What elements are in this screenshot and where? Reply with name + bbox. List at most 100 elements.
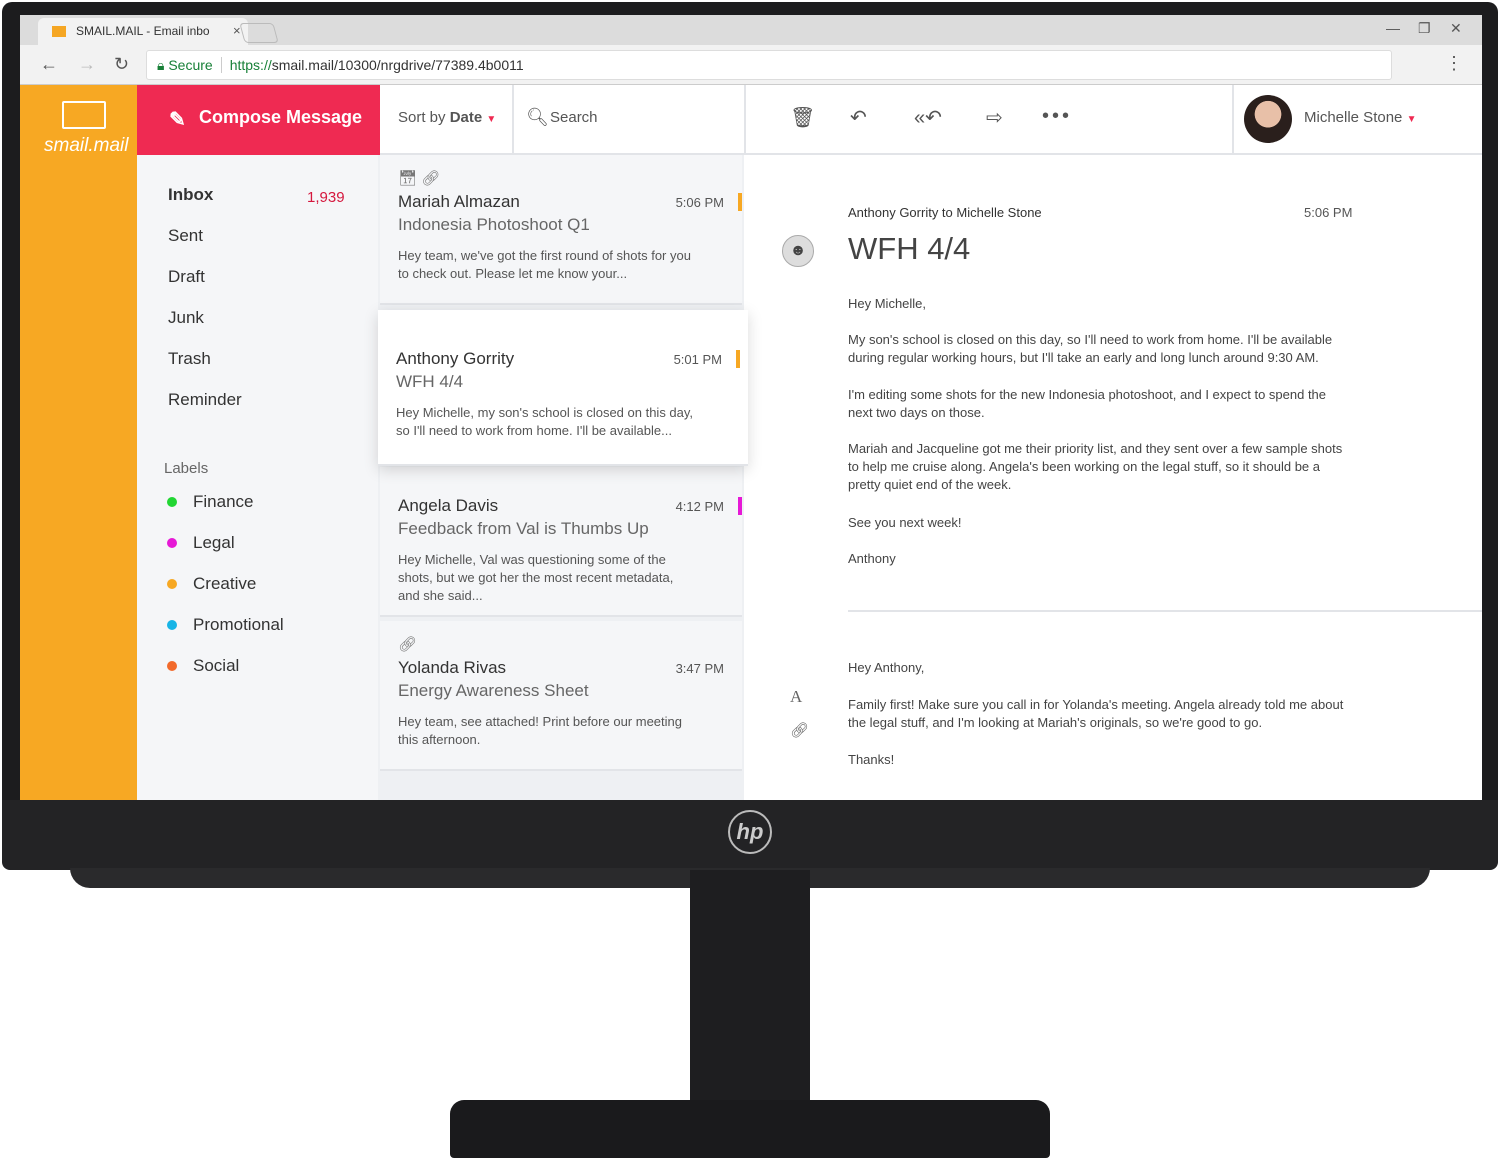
label-dot-icon [167, 497, 177, 507]
mail-logo-icon [62, 101, 106, 129]
minimize-icon[interactable]: — [1386, 20, 1400, 36]
email-time: 5:06 PM [675, 195, 724, 210]
reply-all-icon[interactable]: «↶ [914, 105, 942, 130]
message-paragraph: Anthony [848, 551, 896, 566]
tab-title: SMAIL.MAIL - Email inbo [76, 24, 210, 38]
browser-tab[interactable]: SMAIL.MAIL - Email inbo × [38, 18, 248, 45]
sidebar-label-legal[interactable]: Legal [167, 533, 235, 553]
forward-icon[interactable]: → [78, 54, 96, 75]
compose-icon: ✎ [169, 109, 186, 131]
user-menu[interactable]: Michelle Stone ▼ [1232, 85, 1482, 155]
reply-paragraph[interactable]: Family first! Make sure you call in for … [848, 696, 1348, 732]
label-dot-icon [167, 661, 177, 671]
forward-icon[interactable]: ⇨ [986, 105, 1003, 130]
sidebar-item-reminder[interactable]: Reminder [168, 390, 242, 410]
email-from: Anthony Gorrity [396, 349, 515, 368]
email-preview: Hey team, we've got the first round of s… [398, 248, 691, 281]
sort-prefix: Sort by [398, 109, 446, 126]
divider [848, 610, 1482, 612]
message-meta: Anthony Gorrity to Michelle Stone [848, 205, 1042, 220]
list-item[interactable]: Anthony Gorrity 5:01 PM WFH 4/4 Hey Mich… [378, 310, 748, 466]
reply-icon[interactable]: ↶ [850, 105, 867, 130]
sort-dropdown[interactable]: Sort by Date ▼ [380, 85, 514, 155]
avatar [1244, 95, 1292, 143]
reply-paragraph[interactable]: Hey Anthony, [848, 659, 1348, 677]
sidebar-item-junk[interactable]: Junk [168, 308, 204, 328]
email-subject: Energy Awareness Sheet [398, 681, 589, 700]
label-text: Legal [193, 533, 235, 552]
label-text: Social [193, 656, 240, 675]
message-paragraph: I'm editing some shots for the new Indon… [848, 387, 1327, 420]
url-input[interactable]: 🔒︎ Secure https://smail.mail/10300/nrgdri… [146, 50, 1392, 80]
message-paragraph: See you next week! [848, 515, 962, 530]
caret-down-icon: ▼ [486, 114, 497, 125]
sender-avatar: ☻ [782, 235, 814, 267]
sidebar-label-promotional[interactable]: Promotional [167, 615, 284, 635]
label-text: Promotional [193, 615, 284, 634]
list-item[interactable]: Angela Davis 4:12 PM Feedback from Val i… [380, 467, 742, 617]
back-icon[interactable]: ← [40, 54, 58, 75]
message-title: WFH 4/4 [848, 231, 971, 266]
compose-button[interactable]: ✎ Compose Message [137, 85, 380, 155]
label-dot-icon [167, 538, 177, 548]
hp-logo: hp [728, 810, 772, 854]
email-from: Yolanda Rivas [398, 658, 507, 677]
text-format-icon[interactable]: A [790, 687, 802, 707]
sidebar-label-creative[interactable]: Creative [167, 574, 256, 594]
label-dot-icon [167, 620, 177, 630]
reply-paragraph[interactable]: Thanks! [848, 751, 1348, 769]
email-preview: Hey Michelle, my son's school is closed … [396, 405, 694, 438]
label-text: Creative [193, 574, 257, 593]
sidebar-item-inbox[interactable]: Inbox [168, 185, 213, 205]
mail-app: smail.mail ✎ Compose Message Sort by Dat… [20, 85, 1482, 800]
close-window-icon[interactable]: ✕ [1450, 20, 1462, 37]
address-bar-row: ← → ↻ 🔒︎ Secure https://smail.mail/10300/… [20, 45, 1482, 85]
sort-value: Date [449, 109, 483, 126]
label-flag [738, 497, 742, 515]
reload-icon[interactable]: ↻ [114, 54, 129, 75]
email-preview: Hey Michelle, Val was questioning some o… [398, 552, 674, 603]
link-icon: 🔗︎ [421, 170, 441, 187]
search-placeholder: Search [550, 109, 598, 126]
tab-strip: SMAIL.MAIL - Email inbo × — ❐ ✕ [20, 15, 1482, 45]
list-item[interactable]: 🔗︎ Yolanda Rivas 3:47 PM Energy Awarenes… [380, 621, 742, 771]
logo-text: smail.mail [44, 135, 129, 156]
email-subject: WFH 4/4 [396, 372, 464, 391]
email-time: 3:47 PM [675, 661, 724, 676]
sidebar-label-social[interactable]: Social [167, 656, 239, 676]
favicon-icon [52, 26, 66, 37]
search-input[interactable]: 🔍︎ Search [514, 85, 744, 155]
email-from: Mariah Almazan [398, 192, 520, 211]
reading-pane: ☻ Anthony Gorrity to Michelle Stone 5:06… [744, 155, 1482, 800]
more-icon[interactable]: ••• [1042, 105, 1072, 128]
trash-icon[interactable]: 🗑︎ [790, 105, 815, 130]
labels-heading: Labels [164, 460, 209, 477]
app-logo[interactable]: smail.mail [20, 85, 137, 800]
sidebar-item-sent[interactable]: Sent [168, 226, 203, 246]
url-scheme: https:// [229, 57, 272, 73]
email-preview: Hey team, see attached! Print before our… [398, 714, 682, 747]
message-paragraph: My son's school is closed on this day, s… [848, 332, 1333, 365]
url-text: smail.mail/10300/nrgdrive/77389.4b0011 [271, 57, 524, 73]
new-tab-button[interactable] [239, 23, 279, 43]
email-from: Angela Davis [398, 496, 499, 515]
monitor-stand-neck [690, 870, 810, 1110]
link-icon: 🔗︎ [398, 636, 418, 653]
label-text: Finance [193, 492, 254, 511]
list-item[interactable]: 📅︎ 🔗︎ Mariah Almazan 5:06 PM Indonesia P… [380, 155, 742, 305]
sidebar-item-draft[interactable]: Draft [168, 267, 205, 287]
attach-link-icon[interactable]: 🔗︎ [790, 721, 809, 739]
label-flag [736, 350, 740, 368]
inbox-count: 1,939 [307, 189, 345, 206]
email-time: 5:01 PM [673, 352, 722, 367]
caret-down-icon: ▼ [1406, 114, 1417, 125]
sidebar: Inbox 1,939 Sent Draft Junk Trash Remind… [137, 155, 378, 800]
compose-label: Compose Message [199, 107, 363, 127]
label-flag [738, 193, 742, 211]
email-subject: Feedback from Val is Thumbs Up [398, 519, 649, 538]
sidebar-item-trash[interactable]: Trash [168, 349, 211, 369]
sidebar-label-finance[interactable]: Finance [167, 492, 253, 512]
email-subject: Indonesia Photoshoot Q1 [398, 215, 590, 234]
browser-menu-icon[interactable]: ⋮ [1445, 53, 1463, 74]
restore-icon[interactable]: ❐ [1418, 20, 1431, 37]
